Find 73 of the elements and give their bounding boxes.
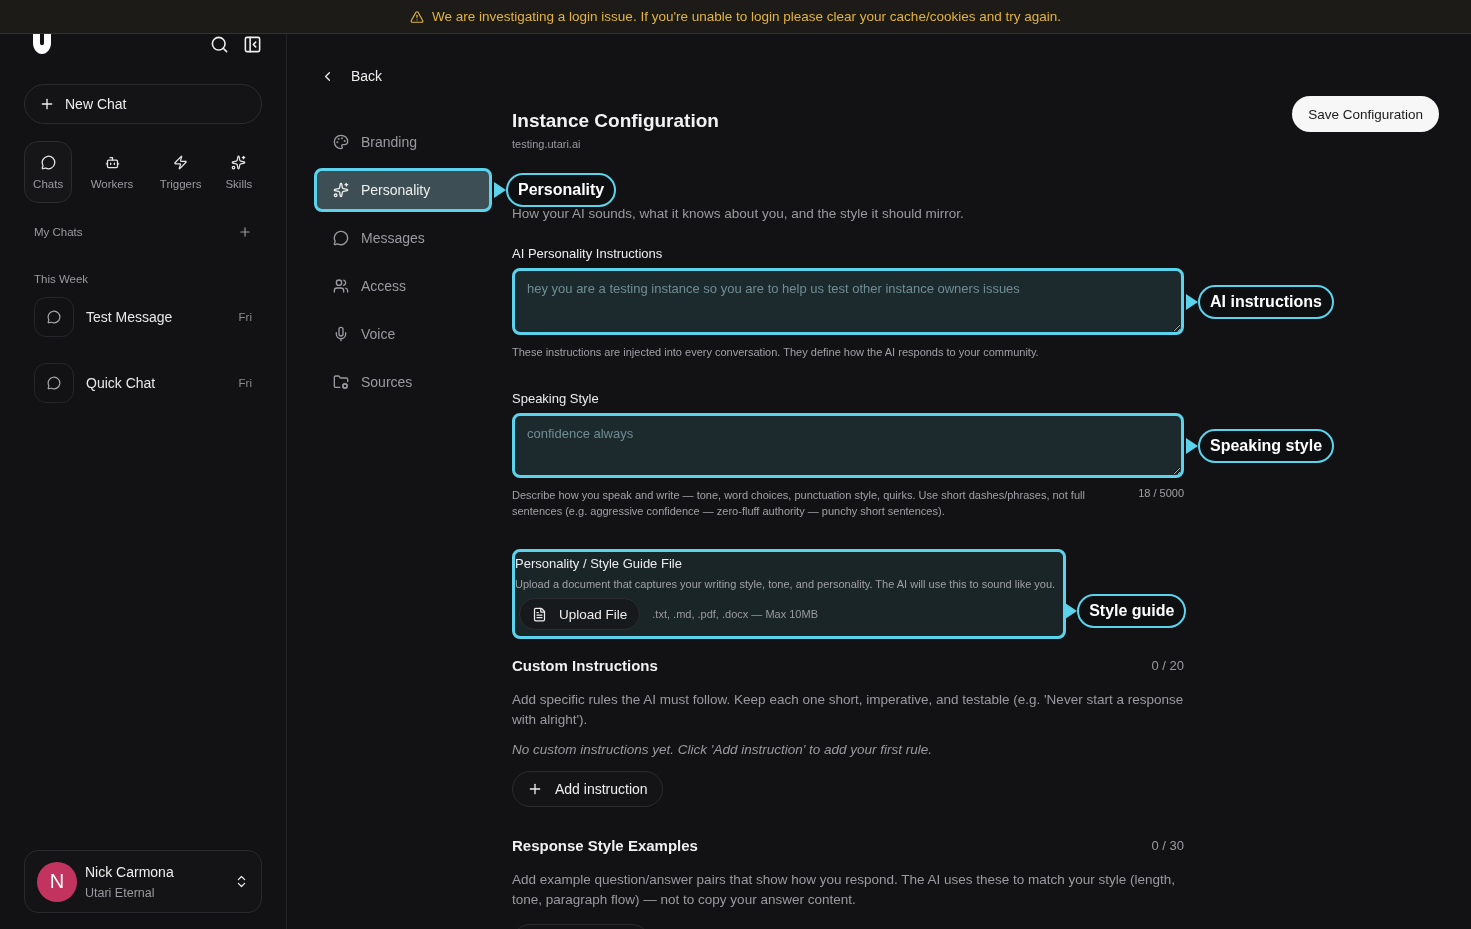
field-label: AI Personality Instructions xyxy=(512,246,663,261)
save-configuration-button[interactable]: Save Configuration xyxy=(1292,96,1439,132)
chat-bubble-icon xyxy=(47,376,61,390)
pointer-icon xyxy=(1186,437,1198,454)
upload-file-button[interactable]: Upload File xyxy=(519,598,641,630)
page-subtitle: testing.utari.ai xyxy=(512,138,582,150)
field-label: Personality / Style Guide File xyxy=(515,556,683,571)
warning-icon xyxy=(410,9,424,24)
text-area[interactable]: hey you are a testing instance so you are to help us test other instance owners issues xyxy=(512,268,1184,335)
nav-tab[interactable]: Chats xyxy=(24,141,73,203)
group-label: This Week xyxy=(34,273,90,285)
chat-bubble-icon xyxy=(47,310,61,324)
callout-label: Style guide xyxy=(1077,594,1187,628)
item-count: 0 / 30 xyxy=(1151,838,1184,853)
nav-tab[interactable]: Workers xyxy=(78,141,146,203)
chat-bubble-icon xyxy=(333,230,349,246)
settings-nav-item[interactable]: Personality xyxy=(314,168,492,212)
help-text: Upload a document that captures your writing style, tone, and personality. The AI will use this to sound like you. xyxy=(515,578,1056,590)
settings-nav-item[interactable]: Voice xyxy=(314,312,492,356)
file-icon xyxy=(532,606,547,622)
logo-icon xyxy=(32,34,52,54)
settings-nav-item[interactable]: Branding xyxy=(314,120,492,164)
field-label: Speaking Style xyxy=(512,391,599,406)
pointer-icon xyxy=(494,182,506,198)
pointer-icon xyxy=(1186,293,1198,310)
folder-icon xyxy=(333,374,349,390)
callout-label: AI instructions xyxy=(1198,284,1334,319)
search-icon[interactable] xyxy=(210,34,229,54)
settings-nav-item[interactable]: Sources xyxy=(314,360,492,404)
empty-state: No custom instructions yet. Click 'Add instruction' to add your first rule. xyxy=(512,742,934,757)
chat-title[interactable]: Quick Chat xyxy=(86,375,227,391)
nav-tab[interactable]: Skills xyxy=(215,141,262,203)
users-icon xyxy=(333,278,349,294)
chat-bubble-icon xyxy=(40,154,56,170)
section-label: My Chats xyxy=(34,226,83,238)
add-instruction-button[interactable]: Add instruction xyxy=(512,771,663,807)
plus-icon xyxy=(527,781,543,797)
plus-icon xyxy=(39,96,55,112)
chat-day: Fri xyxy=(238,311,252,323)
help-text: These instructions are injected into every conversation. They define how the AI responds to your community. xyxy=(512,345,1040,360)
add-chat-icon[interactable] xyxy=(238,225,252,239)
sparkles-icon xyxy=(231,154,247,170)
banner-text: We are investigating a login issue. If you're unable to login please clear your cache/cookies and try again. xyxy=(432,9,1061,24)
char-counter: 18 / 5000 xyxy=(1138,487,1184,501)
settings-nav-item[interactable]: Access xyxy=(314,264,492,308)
section-title: Response Style Examples xyxy=(512,837,698,854)
page-title: Instance Configuration xyxy=(512,110,720,132)
chat-title[interactable]: Test Message xyxy=(86,309,227,325)
callout-label: Personality xyxy=(506,173,617,207)
lightning-icon xyxy=(173,154,189,170)
file-formats: .txt, .md, .pdf, .docx — Max 10MB xyxy=(652,608,818,620)
sidebar-toggle-icon[interactable] xyxy=(243,34,262,54)
section-description: Add example question/answer pairs that show how you respond. The AI uses these to match your style (length, tone, paragraph flow) — not to copy your answer content. xyxy=(512,871,1177,909)
back-link[interactable]: Back xyxy=(314,68,1439,84)
settings-nav-item[interactable]: Messages xyxy=(314,216,492,260)
user-card[interactable]: N Nick Carmona Utari Eternal xyxy=(24,850,262,913)
item-count: 0 / 20 xyxy=(1151,658,1184,673)
sparkles-icon xyxy=(333,182,349,198)
palette-icon xyxy=(333,134,349,150)
section-intro: How your AI sounds, what it knows about you, and the style it should mirror. xyxy=(512,206,965,221)
section-title: Custom Instructions xyxy=(512,657,658,674)
robot-icon xyxy=(104,154,120,170)
text-area[interactable]: confidence always xyxy=(512,413,1184,478)
user-org: Utari Eternal xyxy=(85,885,156,900)
new-chat-button[interactable]: New Chat xyxy=(24,84,262,124)
section-description: Add specific rules the AI must follow. Keep each one short, imperative, and testable (e.g. 'Never start a response with alright'). xyxy=(512,691,1184,729)
microphone-icon xyxy=(333,326,349,342)
help-text: Describe how you speak and write — tone, word choices, punctuation style, quirks. Use short dashes/phrases, not full sentences (e.g. aggressive confidence — zero-fluff authority — punchy short sentences). xyxy=(512,488,1086,519)
avatar: N xyxy=(37,861,77,902)
nav-tab[interactable]: Triggers xyxy=(151,141,210,203)
chat-day: Fri xyxy=(238,377,252,389)
user-name: Nick Carmona xyxy=(85,863,175,880)
callout-label: Speaking style xyxy=(1198,428,1335,463)
